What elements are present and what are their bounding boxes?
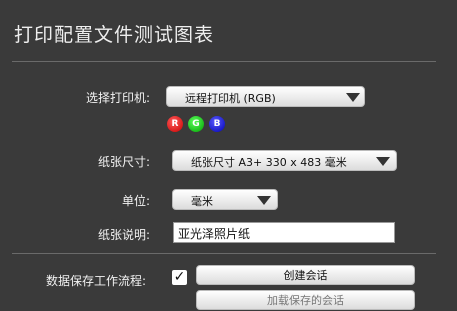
chevron-down-icon [257,196,271,205]
paper-size-label: 纸张尺寸: [97,155,150,169]
chevron-down-icon [376,157,390,166]
paper-desc-input[interactable]: 亚光泽照片纸 [173,222,395,243]
unit-label: 单位: [121,194,150,208]
page-title: 打印配置文件测试图表 [14,24,215,46]
unit-select[interactable]: 毫米 [172,189,278,210]
red-channel-icon: R [167,116,183,132]
divider [12,61,436,62]
load-session-button[interactable]: 加载保存的会话 [196,290,415,310]
blue-channel-icon: B [209,116,225,132]
paper-size-select[interactable]: 纸张尺寸 A3+ 330 x 483 毫米 [172,150,397,171]
printer-label: 选择打印机: [85,91,150,105]
printer-selected-value: 远程打印机 (RGB) [185,92,276,105]
green-channel-icon: G [188,116,204,132]
divider [12,253,436,254]
workflow-checkbox[interactable]: ✓ [172,270,187,285]
chevron-down-icon [346,93,360,102]
paper-desc-label: 纸张说明: [97,228,150,242]
workflow-label: 数据保存工作流程: [45,274,146,288]
paper-size-selected-value: 纸张尺寸 A3+ 330 x 483 毫米 [191,156,347,169]
unit-selected-value: 毫米 [191,195,213,208]
printer-select[interactable]: 远程打印机 (RGB) [166,86,365,107]
create-session-button[interactable]: 创建会话 [196,265,415,285]
